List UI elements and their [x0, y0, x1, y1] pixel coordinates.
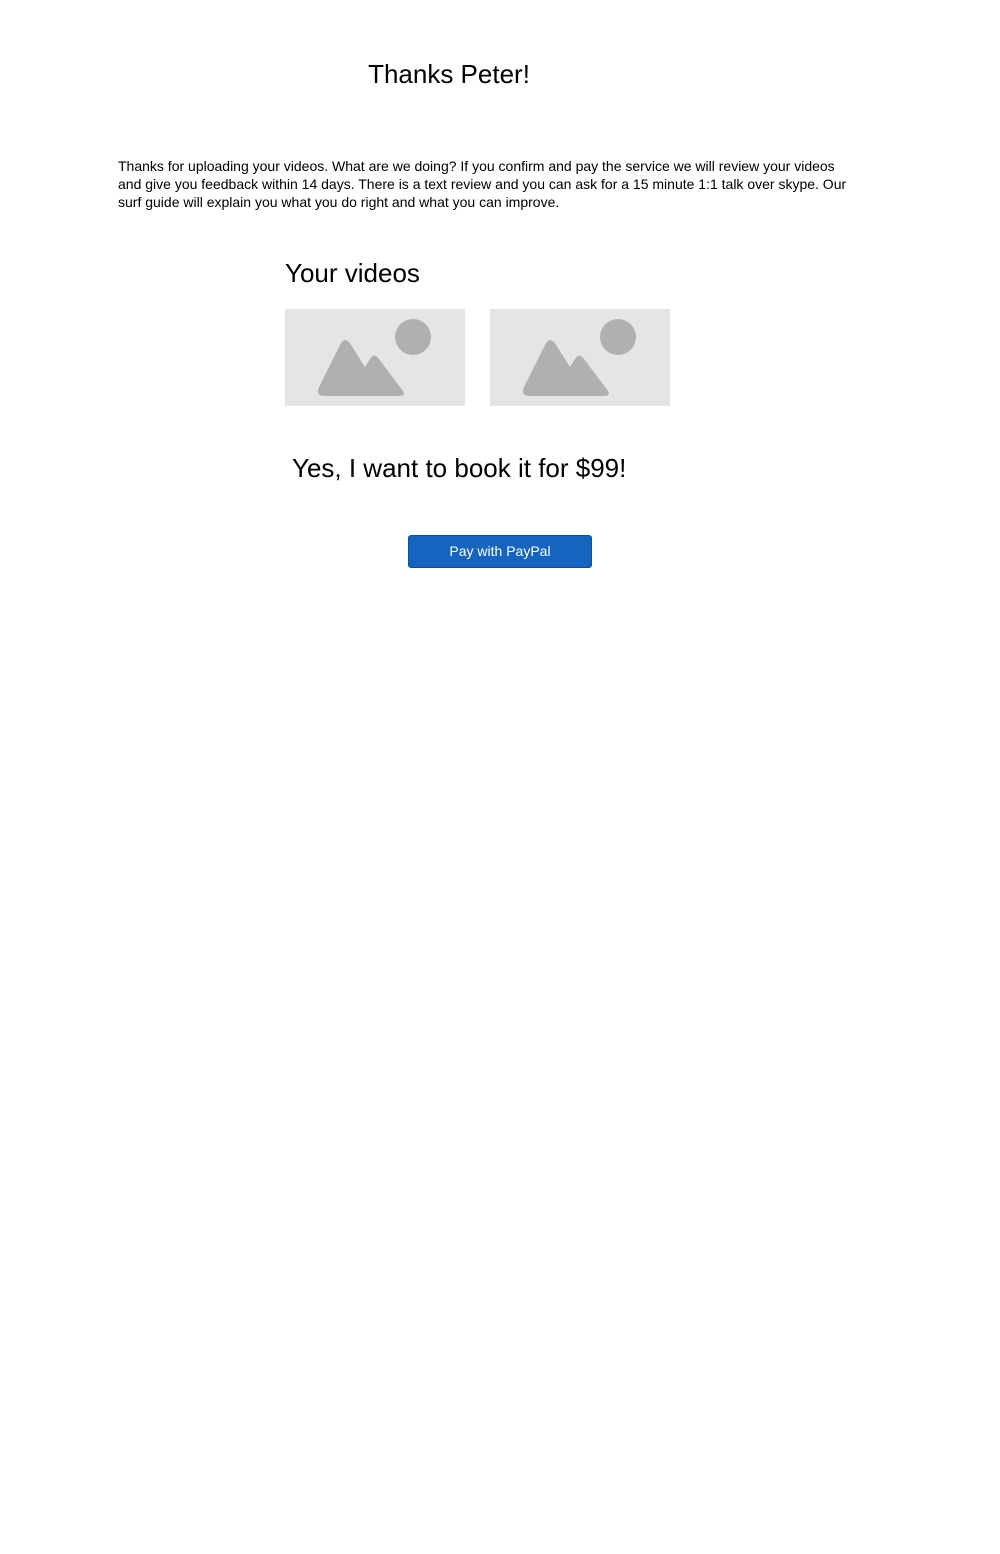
intro-text: Thanks for uploading your videos. What a… [118, 158, 847, 210]
video-thumbnail[interactable] [285, 309, 465, 406]
booking-heading: Yes, I want to book it for $99! [292, 453, 627, 483]
pay-with-paypal-button[interactable]: Pay with PayPal [408, 535, 592, 568]
video-thumbnail[interactable] [490, 309, 670, 406]
videos-heading: Your videos [285, 258, 420, 288]
image-placeholder-icon [317, 319, 431, 396]
image-placeholder-icon [522, 319, 636, 396]
page-title: Thanks Peter! [368, 59, 530, 89]
